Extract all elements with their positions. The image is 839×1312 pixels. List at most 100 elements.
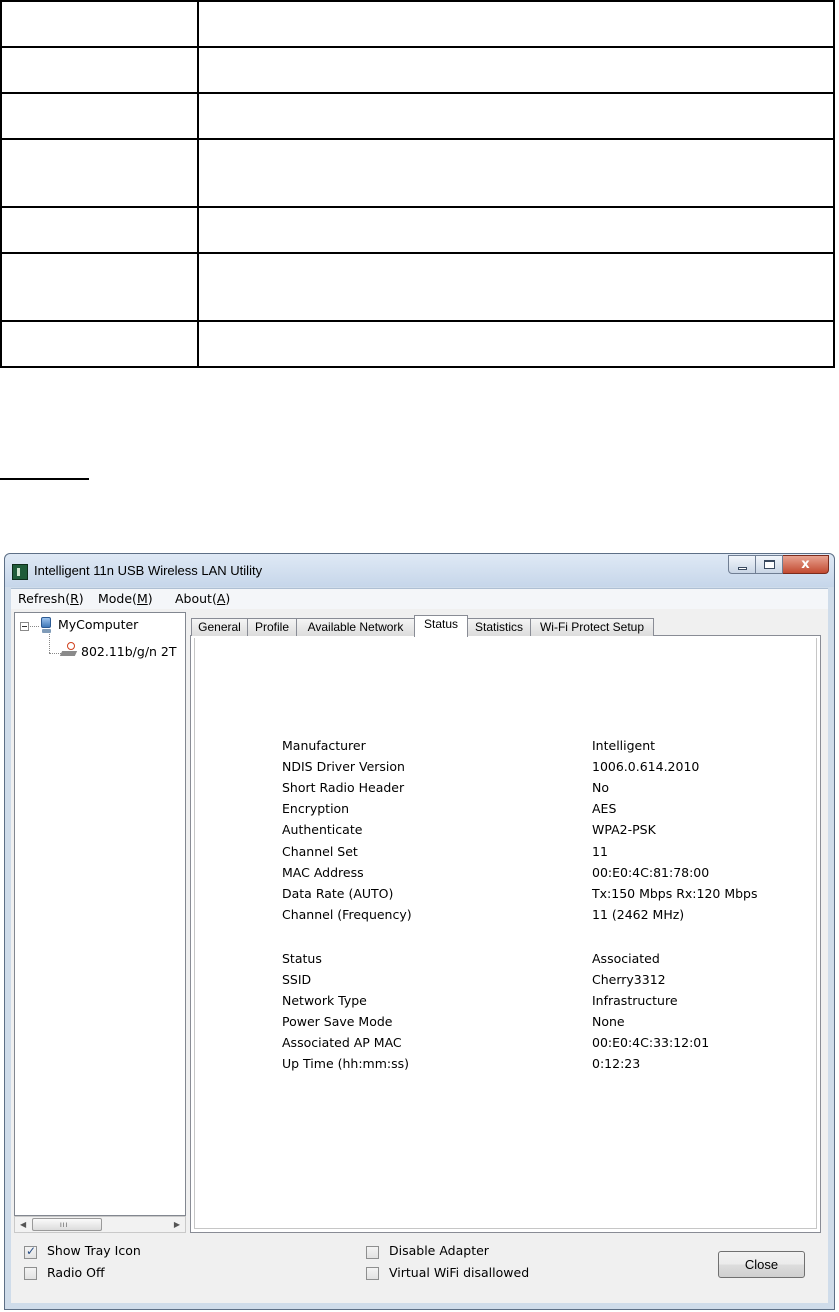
close-button[interactable]: Close bbox=[718, 1251, 805, 1278]
status-label: Associated AP MAC bbox=[282, 1035, 402, 1050]
tree-connector bbox=[49, 634, 50, 653]
menu-accelerator: R bbox=[70, 591, 79, 606]
app-window: Intelligent 11n USB Wireless LAN Utility… bbox=[4, 553, 835, 1310]
tree-connector bbox=[49, 653, 61, 654]
menu-label: Mode( bbox=[98, 591, 137, 606]
table-cell bbox=[0, 46, 199, 94]
tree-item-adapter[interactable]: 802.11b/g/n 2T bbox=[81, 644, 177, 659]
status-label: Manufacturer bbox=[282, 738, 366, 753]
show-tray-icon-label: Show Tray Icon bbox=[47, 1243, 141, 1258]
status-value: 11 bbox=[592, 844, 608, 859]
tab-status[interactable]: Status bbox=[414, 615, 468, 637]
status-label: Up Time (hh:mm:ss) bbox=[282, 1056, 410, 1071]
close-window-button[interactable]: x bbox=[783, 555, 829, 574]
scroll-thumb[interactable]: III bbox=[32, 1218, 102, 1231]
tree-connector bbox=[30, 626, 39, 627]
status-value: No bbox=[592, 780, 609, 795]
virtual-wifi-checkbox[interactable] bbox=[366, 1267, 379, 1280]
menu-label-tail: ) bbox=[147, 591, 153, 606]
menu-accelerator: M bbox=[136, 591, 148, 606]
status-value: Associated bbox=[592, 951, 660, 966]
radio-off-label: Radio Off bbox=[47, 1265, 105, 1280]
menu-mode[interactable]: Mode(M) bbox=[98, 591, 153, 606]
table-cell bbox=[197, 320, 835, 368]
checkmark-icon: ✓ bbox=[26, 1244, 37, 1258]
radio-off-checkbox[interactable] bbox=[24, 1267, 37, 1280]
table-cell bbox=[197, 0, 835, 48]
table-cell bbox=[0, 320, 199, 368]
status-label: Channel (Frequency) bbox=[282, 907, 412, 922]
table-cell bbox=[197, 46, 835, 94]
status-value: WPA2-PSK bbox=[592, 822, 656, 837]
adapter-tree[interactable]: MyComputer 802.11b/g/n 2T bbox=[14, 612, 186, 1216]
computer-icon bbox=[40, 617, 53, 634]
minimize-button[interactable] bbox=[728, 555, 756, 574]
status-label: Network Type bbox=[282, 993, 367, 1008]
tree-item-mycomputer[interactable]: MyComputer bbox=[58, 617, 138, 632]
tab-wifi-protect-setup[interactable]: Wi-Fi Protect Setup bbox=[530, 618, 654, 636]
grip-icon: III bbox=[60, 1222, 69, 1229]
status-label: Short Radio Header bbox=[282, 780, 405, 795]
menu-label: About( bbox=[175, 591, 217, 606]
tree-horizontal-scrollbar[interactable]: ◀ III ▶ bbox=[14, 1216, 186, 1233]
table-cell bbox=[197, 206, 835, 254]
table-cell bbox=[197, 252, 835, 322]
status-label: SSID bbox=[282, 972, 312, 987]
show-tray-icon-checkbox[interactable]: ✓ bbox=[24, 1244, 37, 1259]
status-tab-panel: Manufacturer Intelligent NDIS Driver Ver… bbox=[190, 635, 821, 1233]
status-label: Data Rate (AUTO) bbox=[282, 886, 394, 901]
collapse-icon[interactable] bbox=[20, 622, 29, 631]
disable-adapter-checkbox[interactable] bbox=[366, 1246, 379, 1259]
menu-label-tail: ) bbox=[78, 591, 84, 606]
wireless-adapter-icon bbox=[59, 642, 78, 657]
menu-label: Refresh( bbox=[18, 591, 71, 606]
status-label: Power Save Mode bbox=[282, 1014, 393, 1029]
disable-adapter-label: Disable Adapter bbox=[389, 1243, 489, 1258]
status-label: Channel Set bbox=[282, 844, 358, 859]
maximize-button[interactable] bbox=[756, 555, 783, 574]
table-cell bbox=[197, 92, 835, 140]
virtual-wifi-label: Virtual WiFi disallowed bbox=[389, 1265, 530, 1280]
tab-available-network[interactable]: Available Network bbox=[296, 618, 415, 636]
status-label: MAC Address bbox=[282, 865, 364, 880]
menu-refresh[interactable]: Refresh(R) bbox=[18, 591, 84, 606]
status-value: Tx:150 Mbps Rx:120 Mbps bbox=[592, 886, 758, 901]
table-cell bbox=[0, 206, 199, 254]
table-cell bbox=[0, 0, 199, 48]
status-label: Encryption bbox=[282, 801, 350, 816]
status-value: Intelligent bbox=[592, 738, 656, 753]
minimize-icon bbox=[738, 567, 747, 570]
status-value: None bbox=[592, 1014, 625, 1029]
status-value: 0:12:23 bbox=[592, 1056, 641, 1071]
menu-bar: Refresh(R) Mode(M) About(A) bbox=[11, 588, 828, 609]
status-value: Infrastructure bbox=[592, 993, 678, 1008]
scroll-right-icon[interactable]: ▶ bbox=[174, 1220, 180, 1229]
status-label: Authenticate bbox=[282, 822, 363, 837]
scroll-left-icon[interactable]: ◀ bbox=[20, 1220, 26, 1229]
status-value: 00:E0:4C:33:12:01 bbox=[592, 1035, 710, 1050]
app-icon[interactable] bbox=[12, 564, 28, 580]
section-heading-underline bbox=[0, 478, 89, 480]
menu-about[interactable]: About(A) bbox=[175, 591, 230, 606]
status-value: AES bbox=[592, 801, 617, 816]
tab-inner-frame bbox=[194, 638, 817, 1229]
table-cell bbox=[197, 138, 835, 208]
table-cell bbox=[0, 138, 199, 208]
client-area: MyComputer 802.11b/g/n 2T ◀ III ▶ Manufa… bbox=[11, 609, 828, 1303]
close-icon: x bbox=[801, 557, 810, 572]
maximize-icon bbox=[764, 560, 775, 569]
status-label: NDIS Driver Version bbox=[282, 759, 405, 774]
status-value: 00:E0:4C:81:78:00 bbox=[592, 865, 710, 880]
tab-general[interactable]: General bbox=[191, 618, 248, 636]
tab-profile[interactable]: Profile bbox=[247, 618, 297, 636]
table-cell bbox=[0, 92, 199, 140]
window-title: Intelligent 11n USB Wireless LAN Utility bbox=[34, 563, 263, 578]
menu-label-tail: ) bbox=[225, 591, 231, 606]
status-value: 1006.0.614.2010 bbox=[592, 759, 700, 774]
tab-statistics[interactable]: Statistics bbox=[467, 618, 531, 636]
caption-buttons: x bbox=[728, 555, 829, 574]
status-label: Status bbox=[282, 951, 322, 966]
title-bar[interactable]: Intelligent 11n USB Wireless LAN Utility… bbox=[5, 554, 834, 587]
document-table bbox=[0, 0, 835, 368]
status-value: 11 (2462 MHz) bbox=[592, 907, 685, 922]
